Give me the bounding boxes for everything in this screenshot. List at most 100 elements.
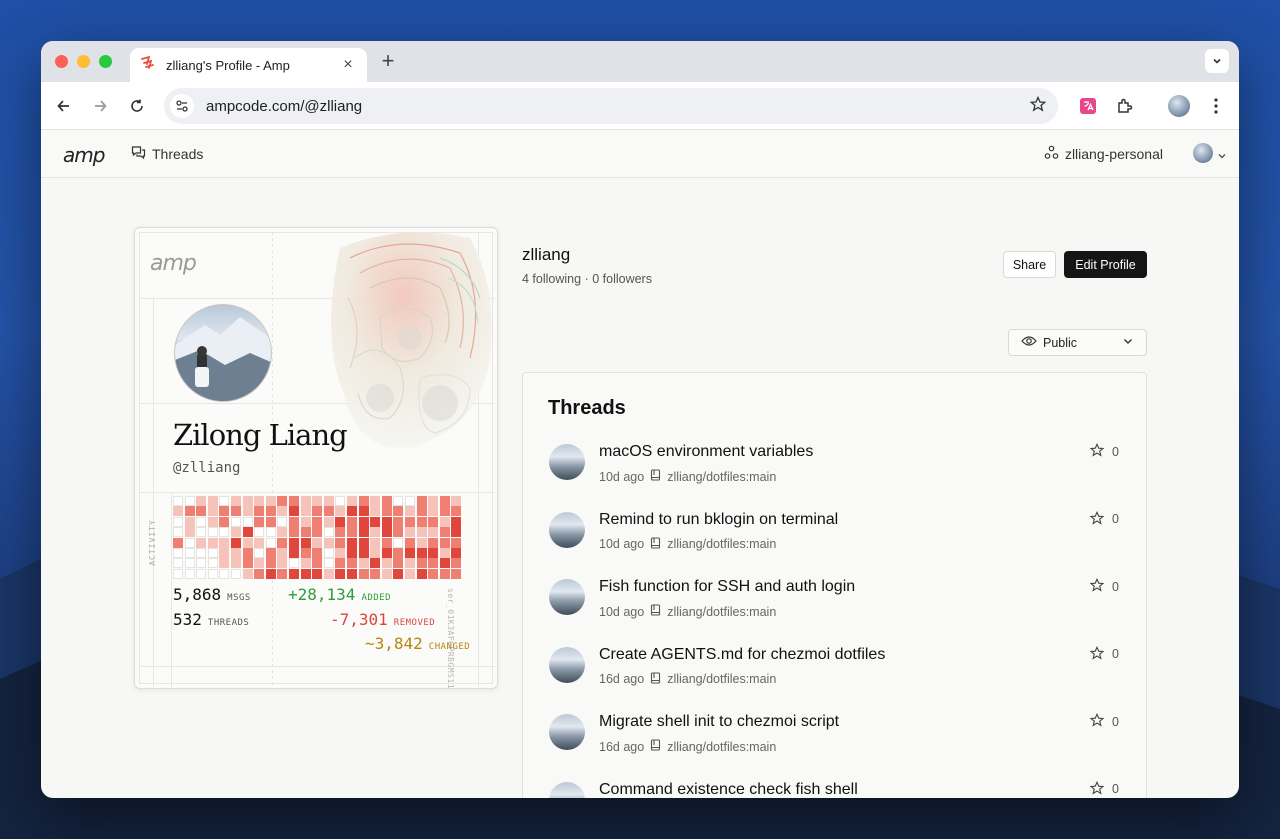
activity-cell	[219, 568, 230, 579]
activity-cell	[173, 558, 183, 569]
activity-cell	[196, 537, 207, 548]
activity-cell	[300, 548, 311, 558]
thread-title[interactable]: Remind to run bklogin on terminal	[599, 511, 838, 529]
tab-close-icon[interactable]: ×	[339, 56, 357, 74]
activity-cell	[393, 527, 404, 538]
thread-star-button[interactable]: 0	[1089, 510, 1119, 528]
extensions-puzzle-icon[interactable]	[1114, 95, 1136, 117]
window-controls	[55, 55, 112, 68]
thread-row[interactable]: Migrate shell init to chezmoi script 16d…	[549, 711, 1119, 763]
activity-cell	[254, 568, 265, 579]
minimize-window-button[interactable]	[77, 55, 90, 68]
activity-cell	[393, 548, 404, 558]
zoom-window-button[interactable]	[99, 55, 112, 68]
repo-book-icon	[650, 604, 661, 619]
thread-star-button[interactable]: 0	[1089, 577, 1119, 595]
star-icon	[1089, 442, 1105, 460]
thread-meta: 10d ago zlliang/dotfiles:main	[599, 536, 777, 552]
activity-cell	[451, 558, 462, 569]
follow-separator: ·	[584, 272, 589, 286]
workspace-switcher[interactable]: zlliang-personal	[1044, 145, 1163, 163]
bookmark-star-icon[interactable]	[1029, 95, 1047, 117]
thread-star-count: 0	[1112, 782, 1119, 796]
activity-cell	[428, 516, 439, 527]
stat-threads-value: 532	[173, 610, 202, 629]
activity-cell	[323, 506, 334, 517]
thread-repo: zlliang/dotfiles:main	[667, 537, 777, 551]
thread-title[interactable]: Create AGENTS.md for chezmoi dotfiles	[599, 646, 885, 664]
user-avatar[interactable]	[1193, 143, 1213, 163]
activity-cell	[265, 568, 276, 579]
thread-row[interactable]: Command existence check fish shell 0	[549, 779, 1119, 799]
activity-cell	[358, 558, 369, 569]
thread-row[interactable]: Create AGENTS.md for chezmoi dotfiles 16…	[549, 644, 1119, 696]
card-display-name: Zilong Liang	[173, 418, 348, 452]
reload-icon[interactable]	[126, 95, 148, 117]
activity-cell	[416, 537, 427, 548]
share-button[interactable]: Share	[1003, 251, 1056, 278]
thread-title[interactable]: Fish function for SSH and auth login	[599, 578, 855, 596]
thread-star-button[interactable]: 0	[1089, 712, 1119, 730]
activity-cell	[289, 568, 299, 579]
activity-cell	[312, 506, 323, 517]
follow-counts: 4 following · 0 followers	[522, 272, 652, 286]
activity-cell	[428, 527, 439, 538]
card-grid-line	[171, 492, 172, 688]
activity-cell	[428, 506, 439, 517]
activity-cell	[416, 568, 427, 579]
browser-profile-avatar[interactable]	[1168, 95, 1190, 117]
activity-cell	[219, 516, 230, 527]
thread-row[interactable]: Remind to run bklogin on terminal 10d ag…	[549, 509, 1119, 561]
activity-cell	[265, 558, 276, 569]
activity-cell	[323, 548, 334, 558]
thread-row[interactable]: Fish function for SSH and auth login 10d…	[549, 576, 1119, 628]
thread-star-button[interactable]: 0	[1089, 442, 1119, 460]
activity-cell	[196, 568, 207, 579]
translate-extension-icon[interactable]	[1077, 95, 1099, 117]
thread-star-button[interactable]: 0	[1089, 780, 1119, 798]
activity-cell	[393, 537, 404, 548]
back-arrow-icon[interactable]	[53, 95, 75, 117]
thread-row[interactable]: macOS environment variables 10d ago zlli…	[549, 441, 1119, 493]
site-settings-icon[interactable]	[170, 94, 194, 118]
threads-heading: Threads	[548, 397, 626, 419]
nav-threads-link[interactable]: Threads	[131, 145, 203, 163]
activity-cell	[173, 516, 183, 527]
activity-cell	[289, 527, 299, 538]
stat-threads-label: THREADS	[207, 618, 250, 628]
amp-logo[interactable]: amp	[63, 143, 105, 167]
new-tab-button[interactable]: +	[376, 49, 400, 73]
followers-link[interactable]: 0 followers	[592, 272, 652, 286]
visibility-select[interactable]: Public	[1008, 329, 1147, 356]
visibility-value: Public	[1043, 335, 1078, 350]
forward-arrow-icon[interactable]	[89, 95, 111, 117]
tab-active[interactable]: zlliang's Profile - Amp ×	[130, 48, 367, 82]
user-menu-chevron-icon[interactable]	[1217, 148, 1227, 166]
activity-cell	[358, 496, 369, 506]
workspace-name: zlliang-personal	[1064, 146, 1163, 162]
stat-changed-value: ~3,842	[365, 634, 423, 653]
following-link[interactable]: 4 following	[522, 272, 581, 286]
activity-cell	[289, 496, 299, 506]
thread-star-button[interactable]: 0	[1089, 645, 1119, 663]
close-window-button[interactable]	[55, 55, 68, 68]
activity-cell	[381, 527, 392, 538]
address-bar[interactable]: ampcode.com/@zlliang	[164, 88, 1058, 124]
activity-cell	[451, 537, 462, 548]
activity-cell	[358, 568, 369, 579]
activity-cell	[416, 506, 427, 517]
activity-cell	[381, 548, 392, 558]
thread-title[interactable]: macOS environment variables	[599, 443, 813, 461]
edit-profile-button[interactable]: Edit Profile	[1064, 251, 1147, 278]
thread-title[interactable]: Command existence check fish shell	[599, 781, 858, 799]
activity-cell	[184, 537, 195, 548]
thread-star-count: 0	[1112, 714, 1119, 729]
activity-cell	[439, 506, 450, 517]
activity-cell	[381, 537, 392, 548]
tab-search-chevron-icon[interactable]	[1205, 49, 1229, 73]
activity-cell	[277, 568, 288, 579]
activity-cell	[300, 496, 311, 506]
thread-title[interactable]: Migrate shell init to chezmoi script	[599, 713, 839, 731]
profile-card: amp Zilong Liang @zlliang ACTIVITY ser_0…	[134, 227, 498, 689]
browser-menu-kebab-icon[interactable]	[1205, 95, 1227, 117]
